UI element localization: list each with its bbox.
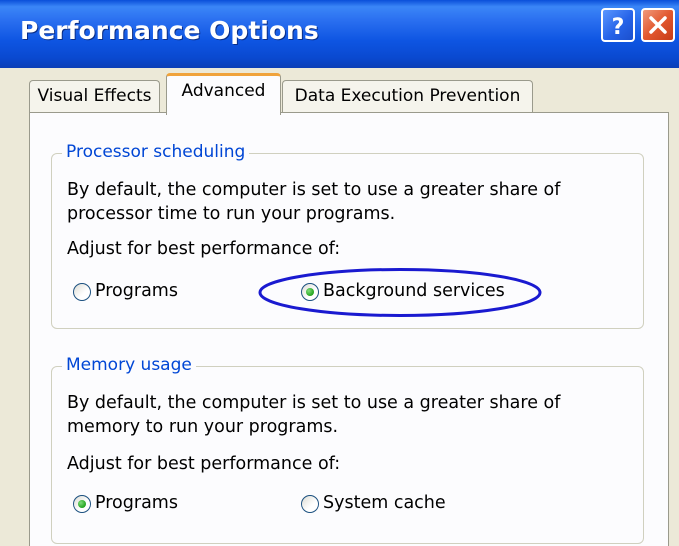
processor-programs-label[interactable]: Programs [95,281,178,301]
memory-adjust-label: Adjust for best performance of: [67,454,341,474]
window-title: Performance Options [20,16,319,45]
processor-programs-radio[interactable] [73,283,91,301]
tab-advanced[interactable]: Advanced [166,73,281,115]
description-line-2: processor time to run your programs. [67,204,396,224]
question-mark-icon: ? [612,15,625,40]
memory-usage-description: By default, the computer is set to use a… [67,391,560,439]
processor-scheduling-heading: Processor scheduling [62,142,250,162]
tab-label: Visual Effects [37,86,152,106]
memory-usage-heading: Memory usage [62,355,196,375]
memory-system-cache-radio[interactable] [301,495,319,513]
radio-selected-dot [306,288,314,296]
tab-data-execution-prevention[interactable]: Data Execution Prevention [282,80,533,112]
help-button[interactable]: ? [601,8,635,42]
processor-adjust-label: Adjust for best performance of: [67,239,341,259]
processor-background-services-label[interactable]: Background services [323,281,505,301]
processor-background-services-radio[interactable] [301,283,319,301]
memory-system-cache-label[interactable]: System cache [323,493,446,513]
close-x-icon [649,16,667,34]
memory-programs-label[interactable]: Programs [95,493,178,513]
description-line-2: memory to run your programs. [67,417,339,437]
performance-options-window: Performance Options ? × Visual Effects A… [0,0,679,546]
close-button[interactable]: × [641,8,675,42]
question-mark-glyph: ? [612,15,625,40]
tab-label: Data Execution Prevention [294,86,521,106]
tab-label: Advanced [181,81,266,101]
memory-programs-radio[interactable] [73,495,91,513]
description-line-1: By default, the computer is set to use a… [67,180,561,200]
tab-visual-effects[interactable]: Visual Effects [29,80,160,112]
title-bar[interactable]: Performance Options ? × [0,0,679,68]
radio-selected-dot [78,500,86,508]
processor-scheduling-description: By default, the computer is set to use a… [67,178,560,226]
description-line-1: By default, the computer is set to use a… [67,393,561,413]
